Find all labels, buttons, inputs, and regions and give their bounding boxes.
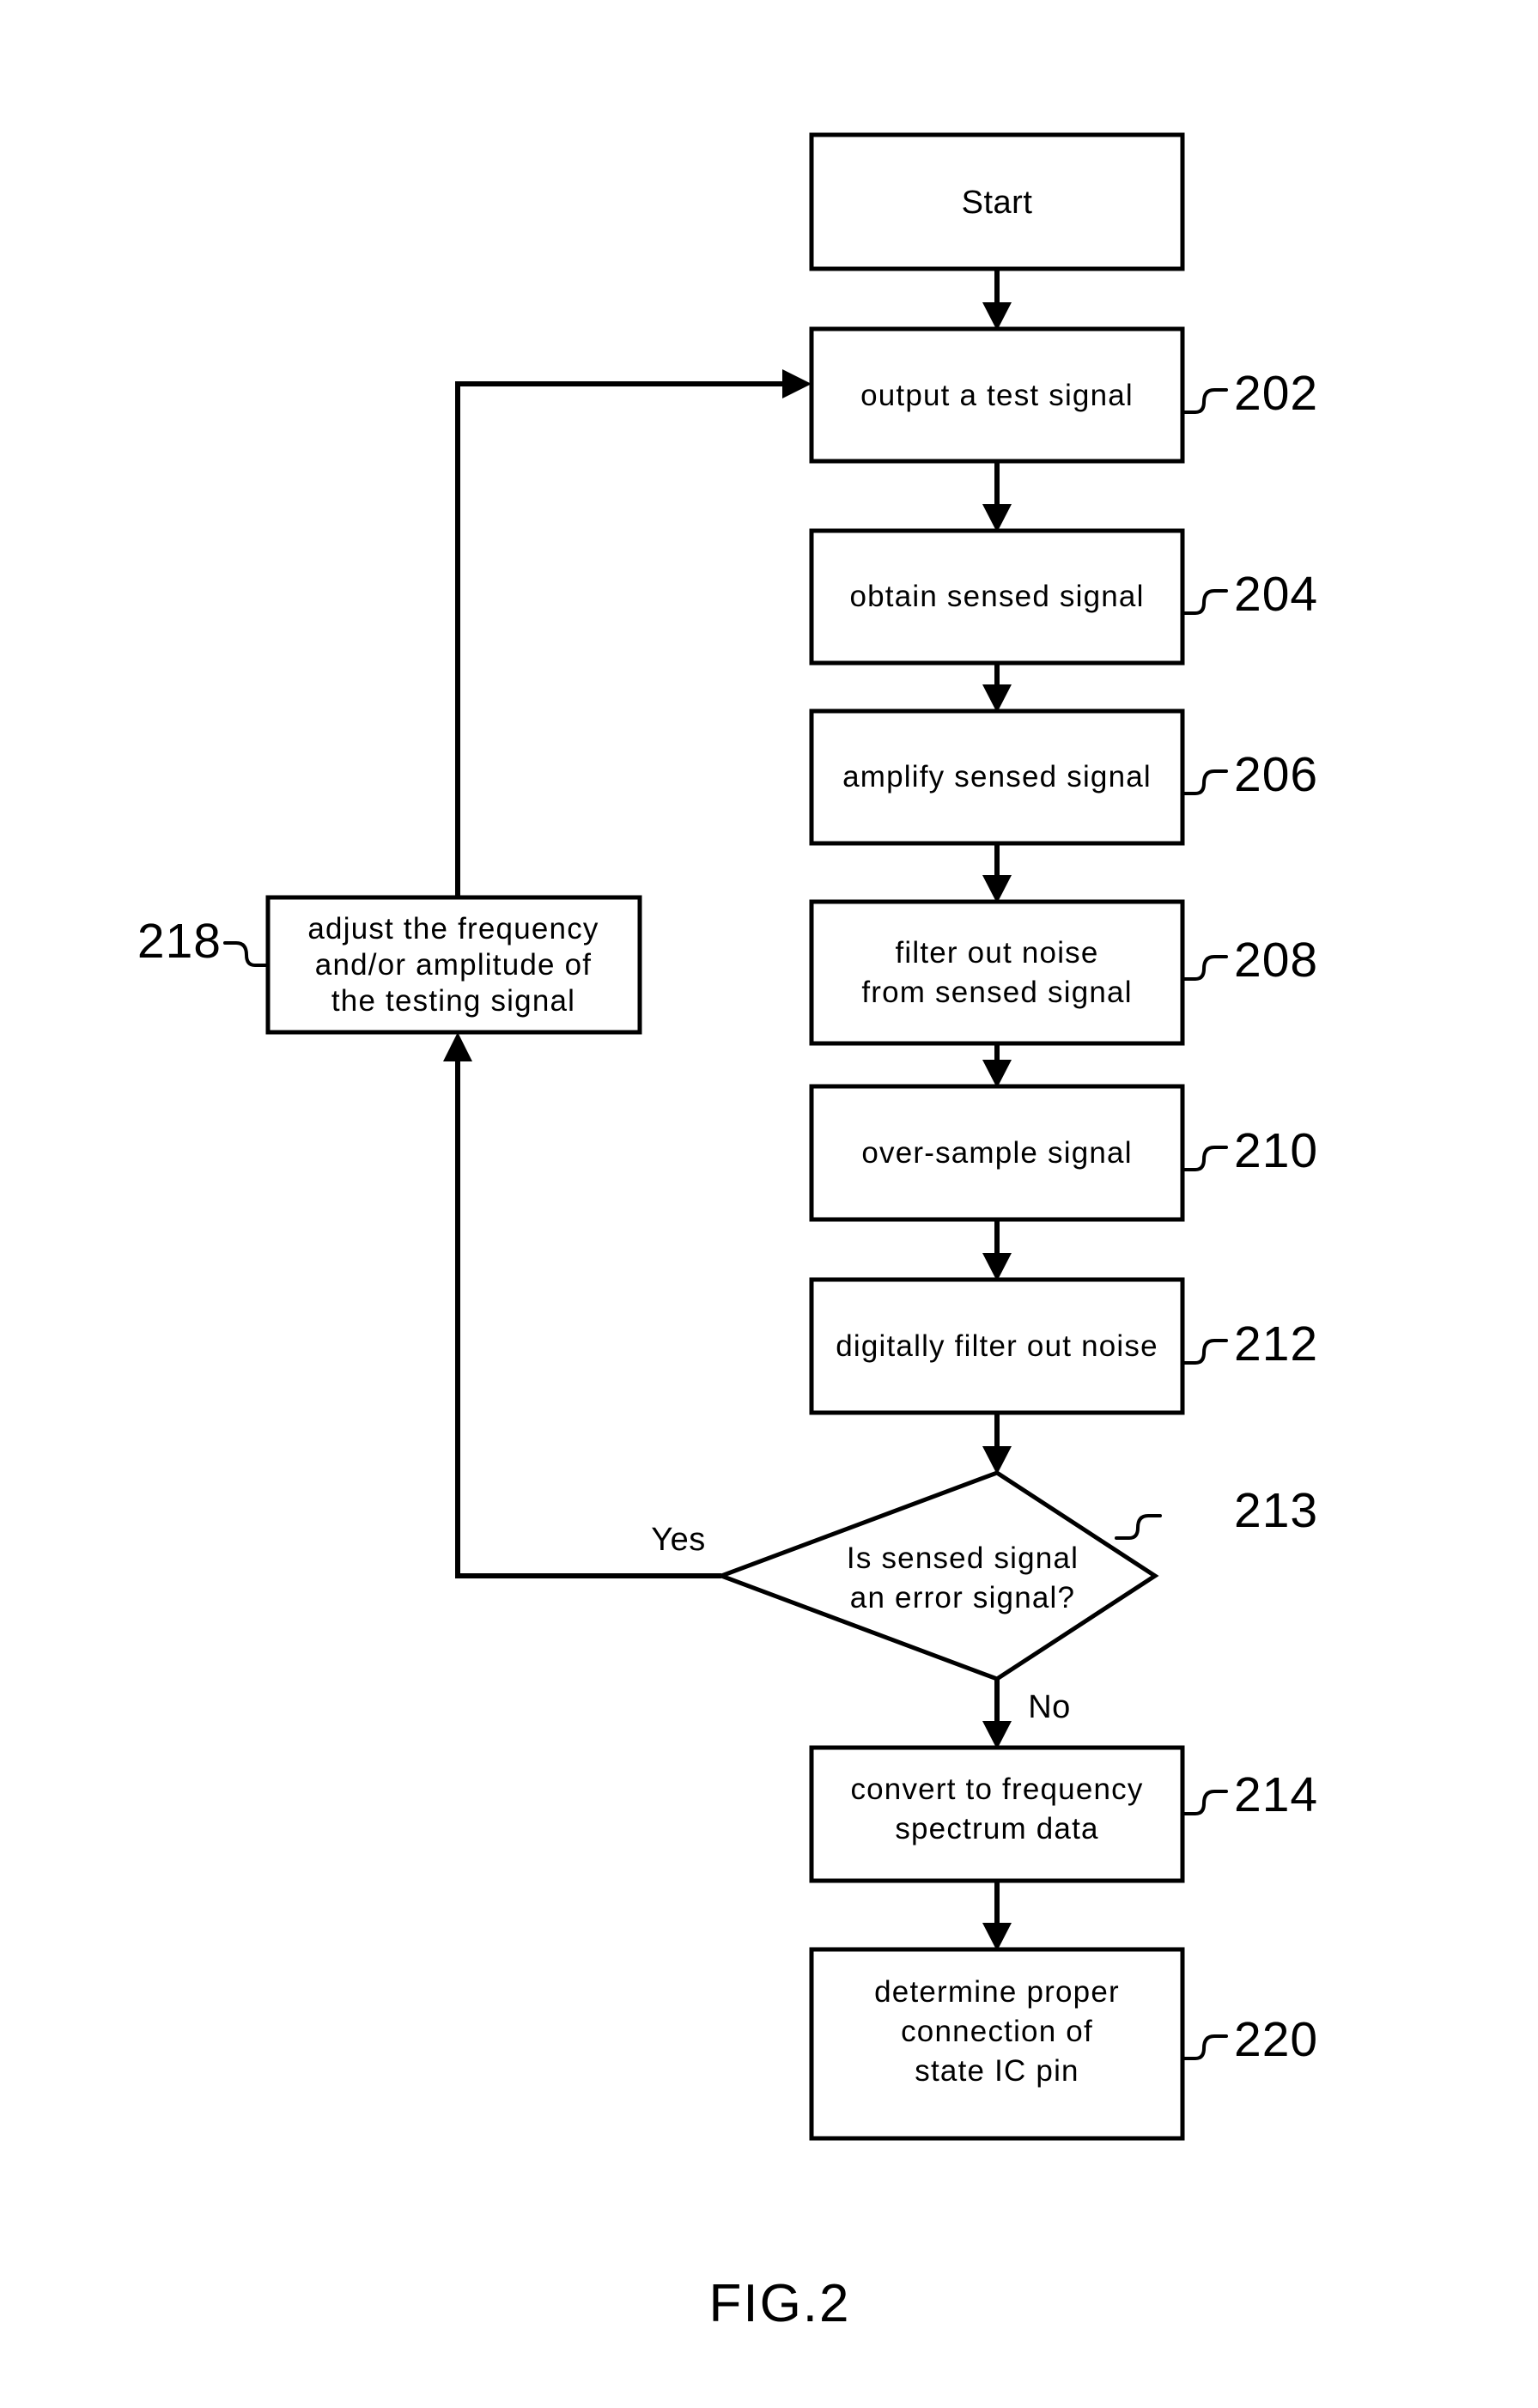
node-step-218-line1: adjust the frequency: [307, 912, 599, 946]
node-decision-213-line2: an error signal?: [850, 1581, 1075, 1614]
node-step-218-line3: the testing signal: [331, 984, 575, 1018]
figure-caption: FIG.2: [708, 2274, 850, 2333]
node-start[interactable]: Start: [809, 132, 1185, 271]
ref-number-220: 220: [1234, 2012, 1318, 2067]
connector-214-to-220: [982, 1881, 1012, 1951]
ref-leader-213: [1115, 1514, 1162, 1540]
connector-208-to-210: [982, 1043, 1012, 1088]
node-step-212-label: digitally filter out noise: [836, 1329, 1158, 1363]
connector-213-no-to-214: [982, 1679, 1012, 1749]
node-step-202[interactable]: output a test signal: [809, 326, 1185, 464]
ref-leader-202: [1181, 388, 1228, 414]
node-decision-213-line1: Is sensed signal: [847, 1541, 1079, 1575]
connector-204-to-206: [982, 663, 1012, 713]
ref-number-208: 208: [1234, 933, 1318, 988]
node-step-220-line3: state IC pin: [915, 2054, 1079, 2088]
node-step-204-label: obtain sensed signal: [849, 580, 1144, 613]
node-step-220-line2: connection of: [901, 2015, 1093, 2048]
connector-210-to-212: [982, 1219, 1012, 1281]
node-step-208-line1: filter out noise: [895, 936, 1098, 970]
connector-202-to-204: [982, 461, 1012, 532]
flowchart-diagram: Start output a test signal 202 obtain se…: [137, 132, 1318, 2333]
connector-206-to-208: [982, 843, 1012, 903]
node-step-206[interactable]: amplify sensed signal: [809, 708, 1185, 846]
ref-leader-212: [1181, 1339, 1228, 1365]
ref-number-212: 212: [1234, 1316, 1318, 1371]
ref-leader-214: [1181, 1790, 1228, 1815]
node-step-214-line2: spectrum data: [895, 1812, 1098, 1846]
ref-number-213: 213: [1234, 1483, 1318, 1538]
figure-container: Start output a test signal 202 obtain se…: [0, 0, 1538, 2408]
ref-number-206: 206: [1234, 747, 1318, 802]
ref-leader-208: [1181, 955, 1228, 981]
node-step-214-line1: convert to frequency: [850, 1773, 1143, 1806]
node-step-208-line2: from sensed signal: [861, 976, 1132, 1009]
node-step-202-label: output a test signal: [860, 379, 1134, 412]
node-decision-213[interactable]: Is sensed signal an error signal?: [714, 1470, 1159, 1681]
ref-leader-218: [223, 941, 270, 967]
node-step-208[interactable]: filter out noise from sensed signal: [809, 899, 1185, 1046]
ref-leader-210: [1181, 1146, 1228, 1171]
node-start-label: Start: [962, 185, 1033, 221]
ref-number-214: 214: [1234, 1767, 1318, 1822]
branch-label-yes: Yes: [651, 1522, 706, 1558]
ref-leader-206: [1181, 769, 1228, 795]
node-step-218-line2: and/or amplitude of: [315, 948, 592, 982]
ref-number-204: 204: [1234, 567, 1318, 622]
ref-number-218: 218: [137, 914, 222, 969]
ref-number-202: 202: [1234, 366, 1318, 421]
ref-number-210: 210: [1234, 1123, 1318, 1178]
node-step-210-label: over-sample signal: [861, 1136, 1132, 1170]
connector-213-yes-to-218: [443, 1032, 721, 1578]
node-step-218[interactable]: adjust the frequency and/or amplitude of…: [265, 895, 642, 1035]
node-step-206-label: amplify sensed signal: [842, 760, 1152, 794]
connector-212-to-213: [982, 1413, 1012, 1475]
node-step-220[interactable]: determine proper connection of state IC …: [809, 1947, 1185, 2141]
connector-218-to-202: [455, 369, 812, 897]
connector-start-to-202: [982, 269, 1012, 331]
node-step-212[interactable]: digitally filter out noise: [809, 1277, 1185, 1415]
branch-label-no: No: [1028, 1689, 1071, 1725]
ref-leader-204: [1181, 589, 1228, 615]
node-step-220-line1: determine proper: [874, 1975, 1120, 2009]
node-step-204[interactable]: obtain sensed signal: [809, 528, 1185, 666]
ref-leader-220: [1181, 2034, 1228, 2060]
node-step-210[interactable]: over-sample signal: [809, 1084, 1185, 1222]
node-step-214[interactable]: convert to frequency spectrum data: [809, 1745, 1185, 1883]
